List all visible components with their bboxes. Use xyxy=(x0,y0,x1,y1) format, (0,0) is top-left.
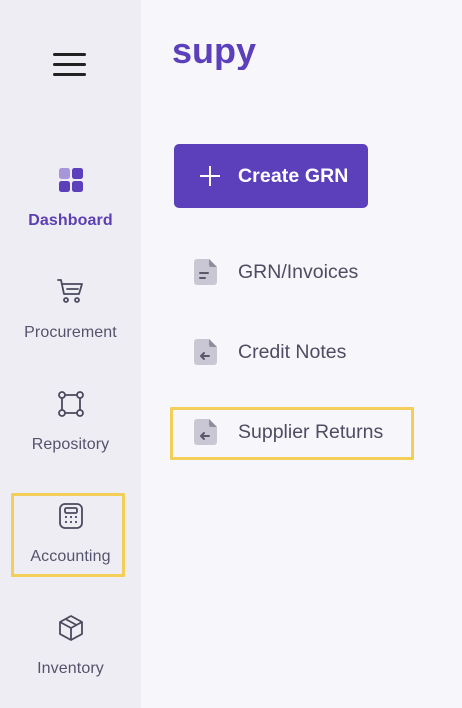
sidebar-item-label: Inventory xyxy=(37,660,104,677)
sidebar: Dashboard Procurement Repository Account… xyxy=(0,0,141,708)
menu-item-grn-invoices[interactable]: GRN/Invoices xyxy=(192,257,358,287)
sidebar-item-label: Repository xyxy=(31,436,110,453)
sidebar-item-repository[interactable]: Repository xyxy=(0,389,141,454)
box-icon xyxy=(56,613,86,643)
sidebar-item-inventory[interactable]: Inventory xyxy=(0,613,141,678)
supy-logo: supy xyxy=(172,30,272,71)
menu-item-label: Supplier Returns xyxy=(238,420,384,443)
sidebar-item-accounting[interactable]: Accounting xyxy=(0,501,141,566)
sidebar-item-procurement[interactable]: Procurement xyxy=(0,277,141,342)
create-grn-label: Create GRN xyxy=(238,164,349,187)
document-return-icon xyxy=(194,419,217,445)
svg-text:supy: supy xyxy=(172,30,256,70)
menu-item-label: GRN/Invoices xyxy=(238,260,359,283)
sidebar-item-dashboard[interactable]: Dashboard xyxy=(0,165,141,230)
dashboard-icon xyxy=(56,165,86,195)
sidebar-item-label: Procurement xyxy=(24,324,117,341)
plus-icon xyxy=(200,166,220,186)
sidebar-item-label: Accounting xyxy=(30,548,111,565)
repository-icon xyxy=(56,389,86,419)
document-return-icon xyxy=(194,339,217,365)
cart-icon xyxy=(56,277,86,307)
create-grn-button[interactable]: Create GRN xyxy=(174,144,368,208)
menu-item-supplier-returns[interactable]: Supplier Returns xyxy=(192,417,383,447)
sidebar-item-label: Dashboard xyxy=(28,212,113,229)
menu-item-credit-notes[interactable]: Credit Notes xyxy=(192,337,346,367)
calculator-icon xyxy=(56,501,86,531)
document-icon xyxy=(194,259,217,285)
hamburger-menu-icon[interactable] xyxy=(53,53,87,77)
menu-item-label: Credit Notes xyxy=(238,340,347,363)
